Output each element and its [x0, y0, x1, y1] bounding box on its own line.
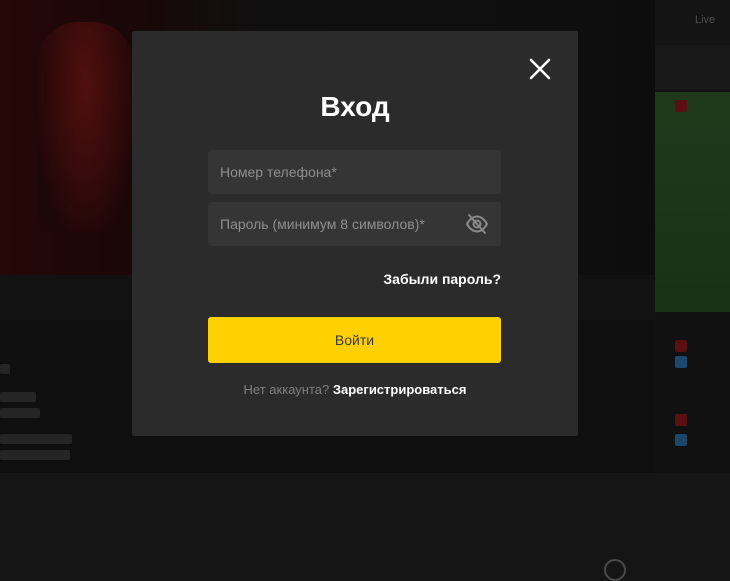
login-button[interactable]: Войти	[208, 317, 501, 363]
password-input[interactable]	[208, 202, 501, 246]
close-button[interactable]	[527, 56, 553, 82]
eye-off-icon	[465, 214, 489, 234]
forgot-password-link[interactable]: Забыли пароль?	[383, 271, 501, 287]
ball-icon	[604, 559, 626, 581]
phone-input[interactable]	[208, 150, 501, 194]
password-field-wrapper	[208, 202, 501, 246]
register-link[interactable]: Зарегистрироваться	[333, 382, 467, 397]
modal-title: Вход	[320, 91, 390, 122]
no-account-text: Нет аккаунта?	[243, 382, 330, 397]
login-modal: Вход Забыли пароль? Войти Нет аккаунта? …	[132, 31, 578, 436]
close-icon	[529, 58, 551, 80]
register-prompt: Нет аккаунта? Зарегистрироваться	[132, 382, 578, 397]
phone-field-wrapper	[208, 150, 501, 194]
password-visibility-toggle[interactable]	[465, 213, 489, 235]
